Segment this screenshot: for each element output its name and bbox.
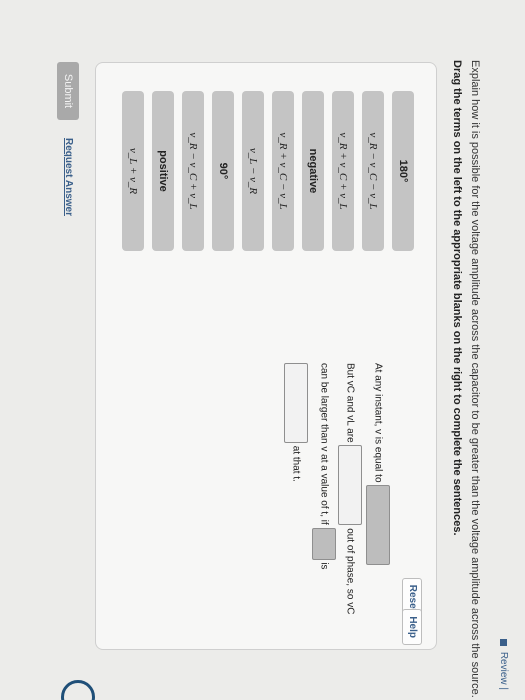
question-page: Review | Explain how it is possible for … [0, 0, 525, 700]
review-label: Review | [498, 651, 509, 690]
sentence-2-text: But vC and vL are [344, 363, 356, 443]
term-tile[interactable]: v_R − v_C − v_L [362, 91, 384, 251]
sentence-1-text: At any instant, v is equal to [372, 363, 384, 483]
term-tile[interactable]: 180° [392, 91, 414, 251]
review-icon [500, 639, 508, 647]
drop-blank-1[interactable] [366, 485, 390, 566]
sentence-2: But vC and vL are out of phase, so vC [338, 363, 362, 633]
help-button[interactable]: Help [402, 609, 422, 645]
term-tile[interactable]: v_R + v_C + v_L [332, 91, 354, 251]
term-tile[interactable]: positive [152, 91, 174, 251]
drag-drop-panel: Reset Help 180° v_R − v_C − v_L v_R + v_… [95, 62, 437, 650]
sentence-4: at that t. [284, 363, 308, 633]
sentence-2-suffix: out of phase, so vC [344, 528, 356, 615]
sentence-3-text: can be larger than v at a value of t, if [318, 363, 330, 525]
term-tile[interactable]: v_R + v_C − v_L [272, 91, 294, 251]
drop-blank-3[interactable] [312, 527, 336, 560]
sentence-3-suffix: is [318, 562, 330, 570]
sentence-area: At any instant, v is equal to But vC and… [284, 363, 390, 633]
instruction-text: Drag the terms on the left to the approp… [451, 60, 463, 536]
sentence-4-suffix: at that t. [290, 445, 302, 482]
question-text: Explain how it is possible for the volta… [469, 60, 481, 698]
term-tile[interactable]: v_L − v_R [242, 91, 264, 251]
submit-button[interactable]: Submit [57, 62, 79, 120]
drop-blank-2[interactable] [338, 445, 362, 526]
request-answer-link[interactable]: Request Answer [63, 138, 74, 216]
sentence-1: At any instant, v is equal to [366, 363, 390, 633]
term-tile[interactable]: v_R − v_C + v_L [182, 91, 204, 251]
drop-blank-4[interactable] [284, 363, 308, 443]
photo-background: Review | Explain how it is possible for … [0, 0, 525, 700]
term-tile[interactable]: 90° [212, 91, 234, 251]
term-tile[interactable]: v_L + v_R [122, 91, 144, 251]
logo-icon [61, 680, 95, 700]
term-tile[interactable]: negative [302, 91, 324, 251]
term-bank: 180° v_R − v_C − v_L v_R + v_C + v_L neg… [114, 91, 414, 251]
sentence-3: can be larger than v at a value of t, if… [312, 363, 336, 633]
review-link[interactable]: Review | [498, 639, 509, 690]
